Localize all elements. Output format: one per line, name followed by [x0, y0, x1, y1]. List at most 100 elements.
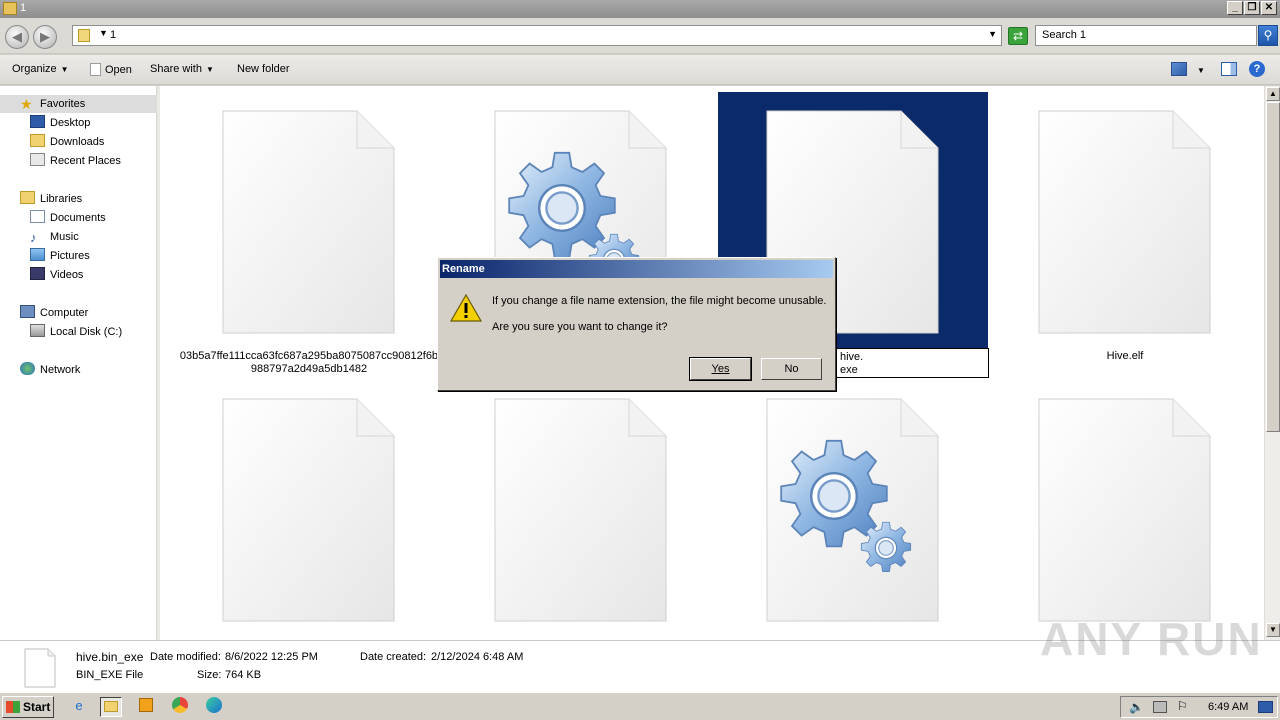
address-row: ◀ ▶ ▼ 1 ▼ ⇄ Search 1 ⚲ — [0, 18, 1280, 54]
nav-label: Pictures — [50, 250, 90, 262]
nav-item-documents[interactable]: Documents — [30, 209, 106, 227]
search-icon[interactable]: ⚲ — [1258, 25, 1278, 46]
edge-icon[interactable] — [203, 697, 225, 717]
search-input[interactable]: Search 1 — [1035, 25, 1257, 46]
file-item[interactable] — [718, 380, 988, 640]
blank-file-icon — [222, 110, 395, 334]
nav-label: Libraries — [40, 193, 83, 205]
open-button[interactable]: Open — [90, 63, 132, 76]
chevron-down-icon: ▼ — [60, 65, 69, 74]
nav-label: Downloads — [50, 136, 105, 148]
start-button[interactable]: Start — [2, 696, 54, 718]
view-icon[interactable] — [1171, 62, 1187, 76]
organize-button[interactable]: Organize ▼ — [12, 63, 69, 75]
new-folder-button[interactable]: New folder — [237, 63, 290, 75]
nav-item-libraries[interactable]: Libraries — [20, 190, 82, 208]
blank-file-icon — [24, 648, 56, 688]
clock: 6:49 AM — [1208, 701, 1249, 713]
documents-icon — [30, 210, 45, 223]
share-with-button[interactable]: Share with ▼ — [150, 63, 214, 75]
vertical-scrollbar[interactable]: ▲ ▼ — [1264, 86, 1280, 640]
nav-item-videos[interactable]: Videos — [30, 266, 83, 284]
disk-icon — [30, 324, 45, 337]
navigation-pane: ★ Favorites Desktop Downloads Recent Plac… — [0, 86, 157, 640]
blank-file-icon — [1038, 110, 1211, 334]
preview-pane-icon[interactable] — [1221, 62, 1237, 76]
dialog-title: Rename — [440, 260, 833, 278]
yes-button[interactable]: Yes — [689, 357, 752, 381]
blank-file-icon — [494, 398, 667, 622]
file-icon — [90, 63, 101, 76]
chevron-down-icon[interactable]: ▼ — [1197, 66, 1205, 75]
blank-file-icon — [1038, 398, 1211, 622]
folder-icon — [3, 2, 17, 15]
nav-item-computer[interactable]: Computer — [20, 304, 88, 322]
nav-label: Documents — [50, 212, 106, 224]
scroll-thumb[interactable] — [1266, 102, 1280, 432]
explorer-taskbar-icon[interactable] — [100, 697, 122, 717]
file-name: 03b5a7ffe111cca63fc687a295ba8075087cc908… — [174, 350, 444, 376]
size-value: 764 KB — [225, 669, 262, 681]
close-button[interactable]: ✕ — [1261, 1, 1277, 15]
yes-label: Yes — [711, 363, 730, 375]
dialog-message: If you change a file name extension, the… — [492, 295, 827, 307]
date-modified-value: 8/6/2022 12:25 PM — [225, 651, 318, 663]
windows-logo-icon — [6, 701, 20, 713]
rename-text-line: exe — [840, 364, 858, 376]
nav-label: Network — [40, 364, 81, 376]
downloads-icon — [30, 134, 45, 147]
breadcrumb[interactable]: 1 — [110, 29, 116, 41]
blank-file-icon — [222, 398, 395, 622]
refresh-icon[interactable]: ⇄ — [1008, 27, 1028, 45]
nav-item-local-disk[interactable]: Local Disk (C:) — [30, 323, 122, 341]
nav-item-network[interactable]: Network — [20, 361, 80, 379]
nav-label: Recent Places — [50, 155, 121, 167]
file-item[interactable] — [446, 380, 716, 640]
restore-button[interactable]: ❐ — [1244, 1, 1260, 15]
address-bar[interactable]: ▼ 1 ▼ — [72, 25, 1002, 46]
nav-label: Videos — [50, 269, 84, 281]
no-button[interactable]: No — [761, 358, 822, 380]
volume-icon[interactable]: 🔈 — [1129, 700, 1144, 714]
nav-label: Desktop — [50, 117, 91, 129]
details-file-name: hive.bin_exe — [76, 650, 144, 664]
pictures-icon — [30, 248, 45, 261]
nav-item-desktop[interactable]: Desktop — [30, 114, 90, 132]
scroll-down-icon[interactable]: ▼ — [1266, 623, 1280, 637]
minimize-button[interactable]: _ — [1227, 1, 1243, 15]
file-item[interactable]: Hive.elf — [990, 92, 1260, 382]
star-icon: ★ — [20, 96, 33, 112]
chevron-down-icon[interactable]: ▼ — [99, 28, 108, 38]
nav-label: Computer — [40, 307, 89, 319]
file-name-line: 03b5a7ffe111cca63fc687a295ba8075087cc908… — [179, 350, 439, 362]
chevron-down-icon[interactable]: ▼ — [988, 29, 997, 39]
forward-button[interactable]: ▶ — [33, 25, 57, 49]
chrome-icon[interactable] — [169, 697, 191, 717]
music-icon: ♪ — [30, 230, 37, 245]
show-desktop-icon[interactable] — [1258, 701, 1273, 713]
nav-item-recent-places[interactable]: Recent Places — [30, 152, 121, 170]
nav-label: Favorites — [40, 98, 86, 110]
rename-dialog: Rename If you change a file name extensi… — [437, 257, 836, 391]
command-bar: Organize ▼ Open Share with ▼ New folder ▼ … — [0, 55, 1280, 85]
ie-icon[interactable]: e — [68, 697, 90, 717]
nav-item-music[interactable]: ♪ Music — [30, 228, 79, 246]
chevron-down-icon: ▼ — [205, 65, 214, 74]
back-button[interactable]: ◀ — [5, 25, 29, 49]
media-player-icon[interactable] — [135, 697, 157, 717]
network-tray-icon[interactable] — [1153, 701, 1167, 713]
nav-item-pictures[interactable]: Pictures — [30, 247, 90, 265]
file-item[interactable] — [174, 380, 444, 640]
scroll-up-icon[interactable]: ▲ — [1266, 87, 1280, 101]
help-icon[interactable]: ? — [1249, 61, 1265, 77]
nav-item-favorites[interactable]: ★ Favorites — [0, 95, 157, 113]
date-modified-label: Date modified: — [150, 651, 221, 663]
warning-icon — [449, 293, 483, 322]
nav-item-downloads[interactable]: Downloads — [30, 133, 104, 151]
file-name-line: 988797a2d49a5db1482 — [250, 363, 368, 375]
size-label: Size: — [197, 669, 222, 681]
flag-icon[interactable]: ⚐ — [1177, 699, 1188, 713]
file-item[interactable]: 03b5a7ffe111cca63fc687a295ba8075087cc908… — [174, 92, 444, 382]
file-item[interactable] — [990, 380, 1260, 640]
share-with-label: Share with — [150, 63, 202, 75]
